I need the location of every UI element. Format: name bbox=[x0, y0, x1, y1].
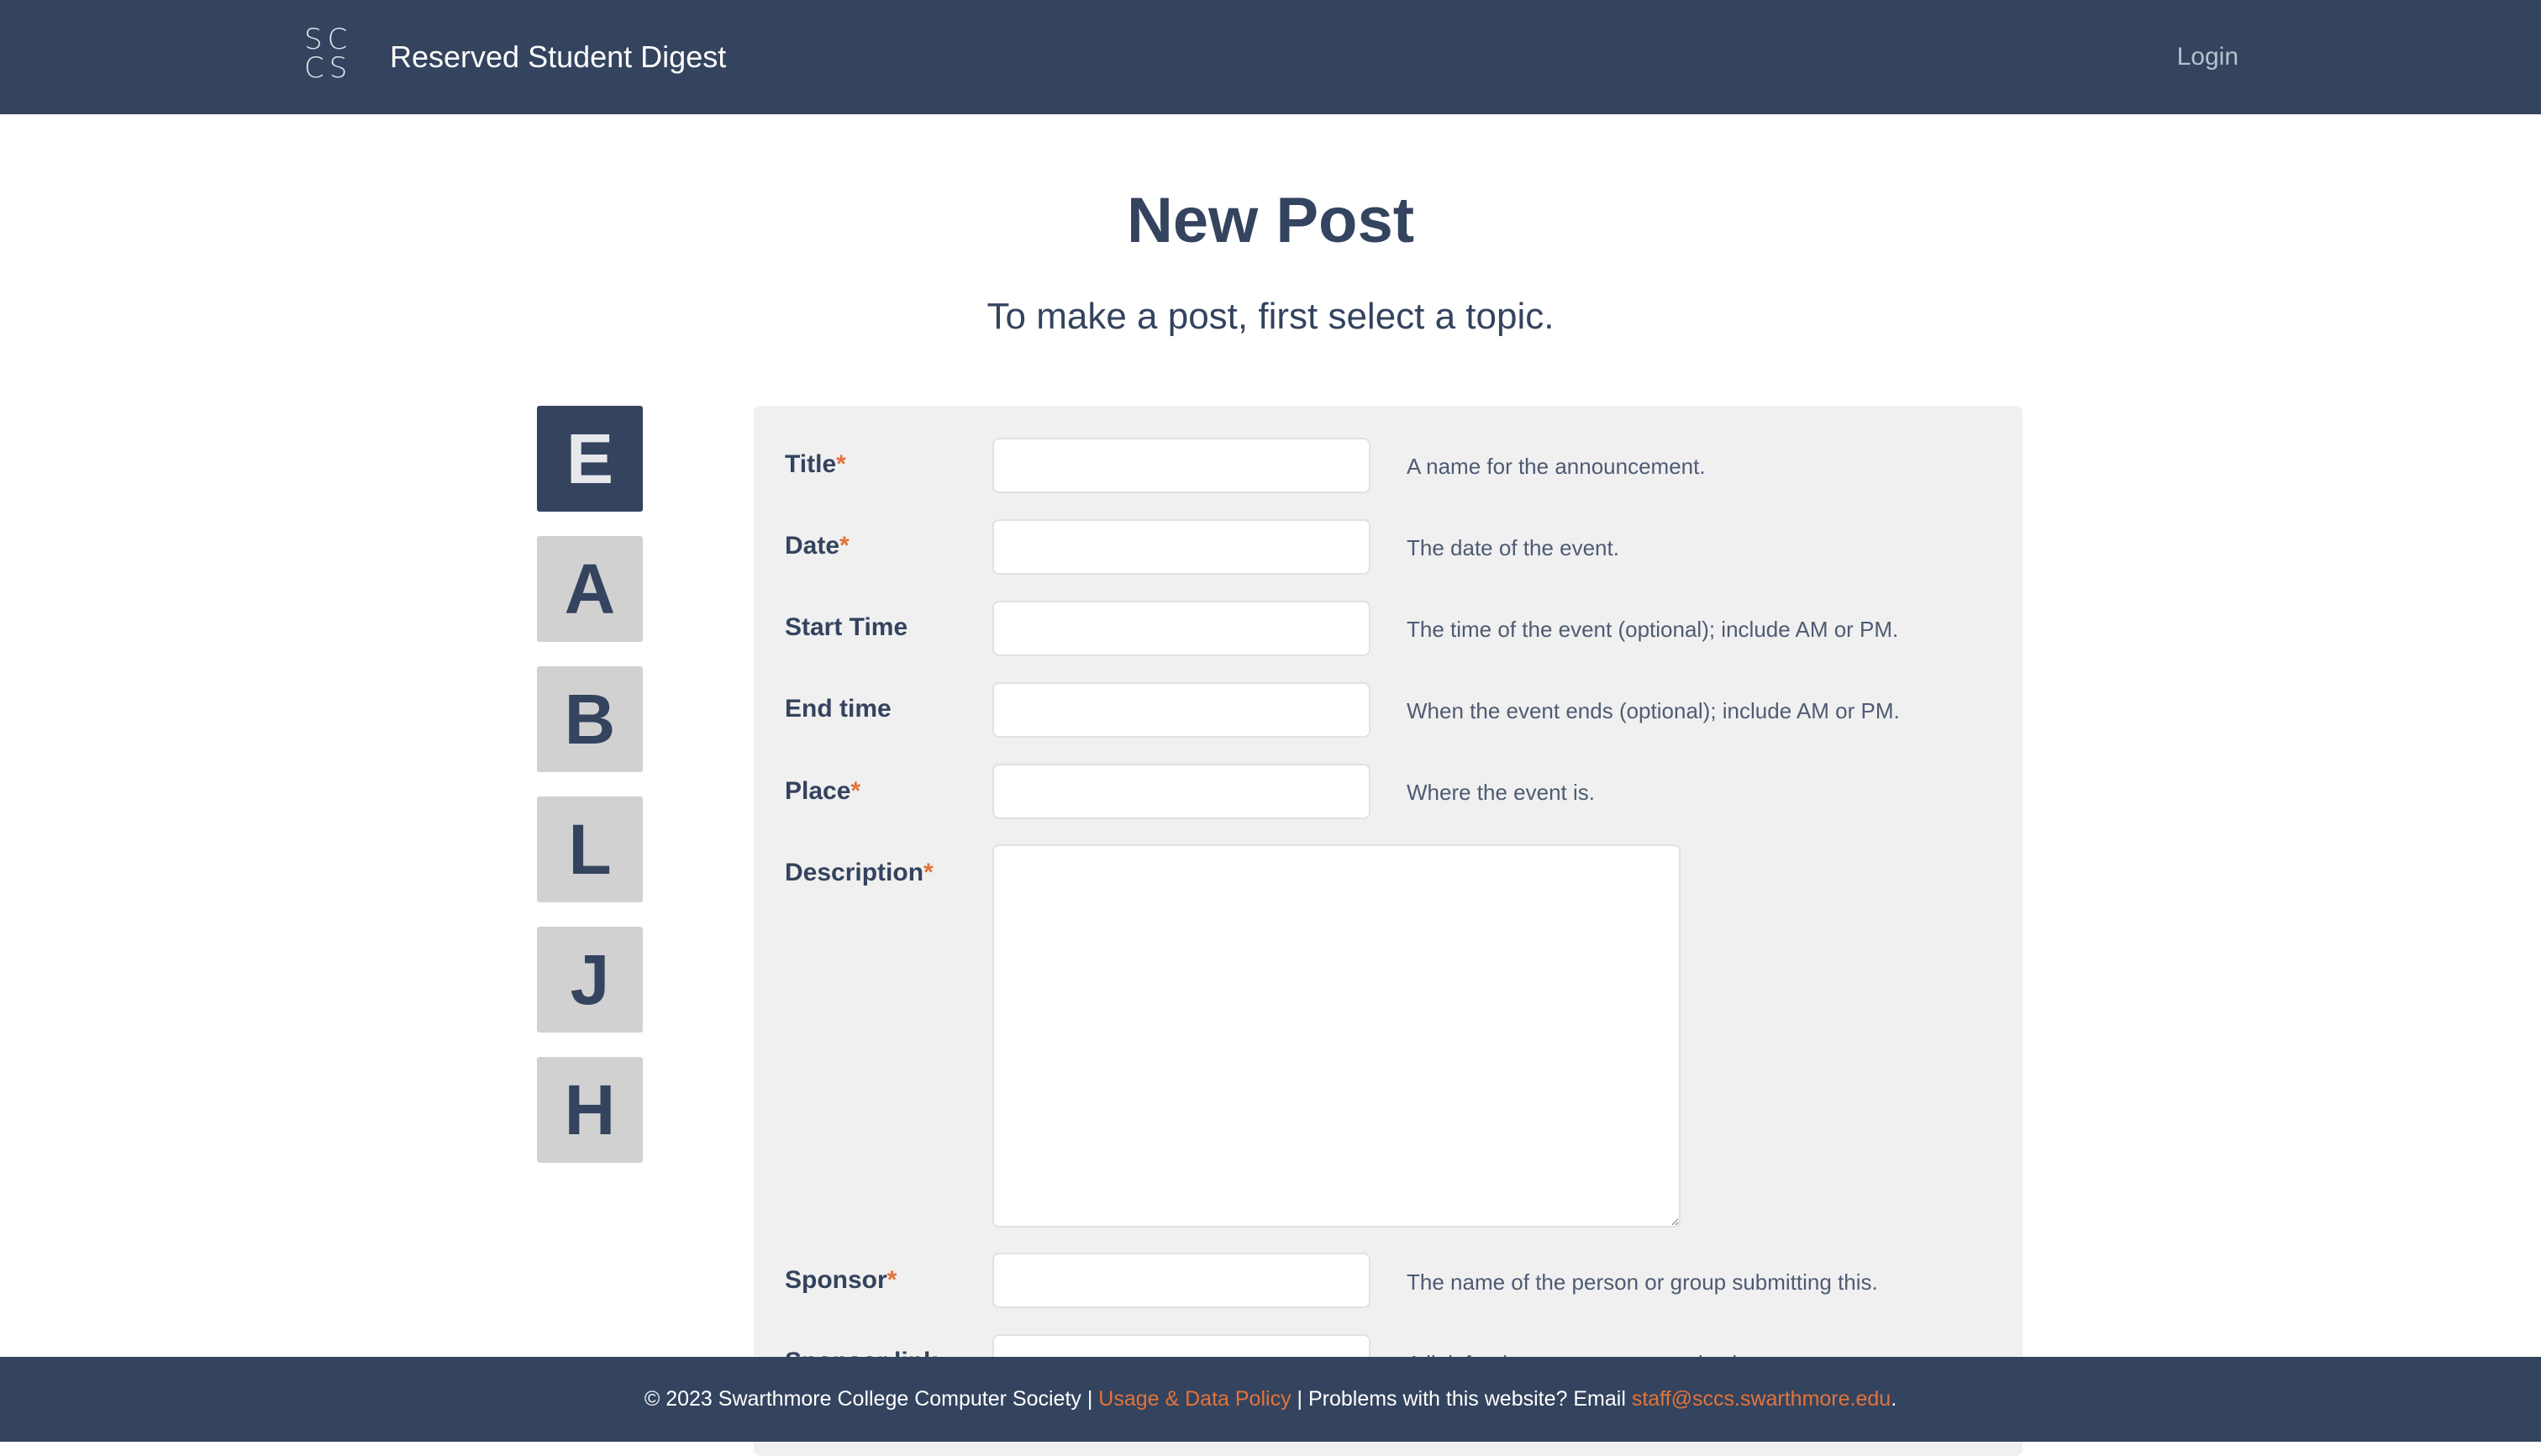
date-hint: The date of the event. bbox=[1407, 535, 1619, 560]
sponsor-input[interactable] bbox=[992, 1253, 1370, 1308]
site-footer: © 2023 Swarthmore College Computer Socie… bbox=[0, 1357, 2541, 1442]
topic-button-l[interactable]: L bbox=[537, 796, 643, 902]
usage-policy-link[interactable]: Usage & Data Policy bbox=[1098, 1387, 1291, 1411]
site-title[interactable]: Reserved Student Digest bbox=[390, 37, 726, 77]
date-input[interactable] bbox=[992, 519, 1370, 575]
topic-button-j[interactable]: J bbox=[537, 927, 643, 1033]
logo-line-1: SC bbox=[304, 23, 353, 56]
required-marker: * bbox=[839, 532, 850, 560]
title-label-text: Title bbox=[785, 450, 837, 478]
description-label: Description* bbox=[785, 856, 934, 890]
title-input[interactable] bbox=[992, 438, 1370, 493]
end-time-label-text: End time bbox=[785, 695, 892, 723]
required-marker: * bbox=[836, 450, 846, 478]
sponsor-label-text: Sponsor bbox=[785, 1266, 887, 1294]
login-link[interactable]: Login bbox=[2177, 40, 2238, 74]
place-label-text: Place bbox=[785, 777, 851, 805]
description-textarea[interactable] bbox=[992, 844, 1681, 1227]
sponsor-label: Sponsor* bbox=[785, 1264, 897, 1297]
required-marker: * bbox=[923, 859, 934, 886]
start-time-label-text: Start Time bbox=[785, 613, 908, 641]
start-time-label: Start Time bbox=[785, 611, 908, 644]
footer-end: . bbox=[1891, 1387, 1897, 1411]
title-label: Title* bbox=[785, 448, 846, 481]
top-navbar: SC CS Reserved Student Digest Login bbox=[0, 0, 2541, 114]
page-subtitle: To make a post, first select a topic. bbox=[986, 296, 1555, 337]
sccs-logo[interactable]: SC CS bbox=[304, 25, 355, 86]
date-label-text: Date bbox=[785, 532, 840, 560]
place-hint: Where the event is. bbox=[1407, 780, 1595, 805]
start-time-input[interactable] bbox=[992, 601, 1370, 656]
footer-copyright: © 2023 Swarthmore College Computer Socie… bbox=[644, 1387, 1099, 1411]
description-label-text: Description bbox=[785, 859, 924, 886]
place-input[interactable] bbox=[992, 764, 1370, 819]
footer-problems-text: | Problems with this website? Email bbox=[1291, 1387, 1632, 1411]
staff-email-link[interactable]: staff@sccs.swarthmore.edu bbox=[1632, 1387, 1891, 1411]
topic-button-h[interactable]: H bbox=[537, 1057, 643, 1163]
topic-button-b[interactable]: B bbox=[537, 666, 643, 772]
place-label: Place* bbox=[785, 775, 860, 808]
title-hint: A name for the announcement. bbox=[1407, 454, 1706, 479]
topic-button-a[interactable]: A bbox=[537, 536, 643, 642]
required-marker: * bbox=[886, 1266, 897, 1294]
date-label: Date* bbox=[785, 529, 850, 563]
start-time-hint: The time of the event (optional); includ… bbox=[1407, 617, 1899, 642]
required-marker: * bbox=[850, 777, 861, 805]
logo-line-2: CS bbox=[304, 51, 353, 85]
page-title: New Post bbox=[1126, 185, 1415, 256]
topic-button-e[interactable]: E bbox=[537, 406, 643, 512]
end-time-input[interactable] bbox=[992, 682, 1370, 738]
end-time-hint: When the event ends (optional); include … bbox=[1407, 698, 1900, 723]
end-time-label: End time bbox=[785, 692, 892, 726]
sponsor-hint: The name of the person or group submitti… bbox=[1407, 1269, 1878, 1295]
